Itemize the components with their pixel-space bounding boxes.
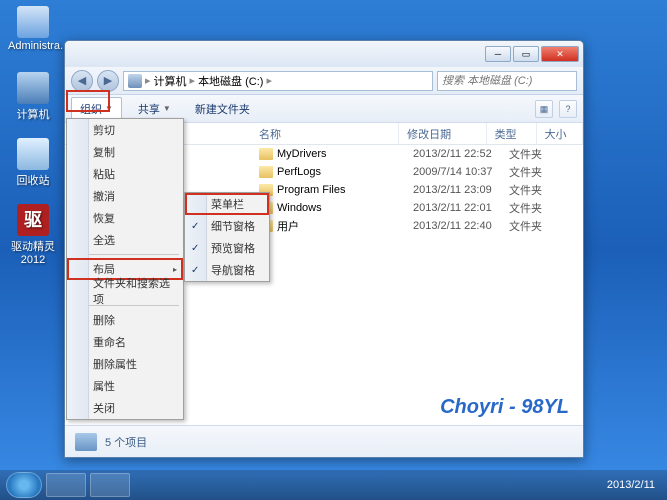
menu-delete[interactable]: 删除 xyxy=(67,309,183,331)
back-button[interactable]: ◀ xyxy=(71,70,93,92)
organize-button[interactable]: 组织▼ xyxy=(71,97,122,121)
menu-close[interactable]: 关闭 xyxy=(67,397,183,419)
taskbar: 2013/2/11 xyxy=(0,470,667,500)
search-input[interactable] xyxy=(442,75,572,87)
desktop-label: Administra... xyxy=(8,40,58,52)
address-bar: ◀ ▶ ▸ 计算机 ▸ 本地磁盘 (C:) ▸ xyxy=(65,67,583,95)
start-button[interactable] xyxy=(6,472,42,498)
system-tray[interactable]: 2013/2/11 xyxy=(607,479,661,491)
forward-button[interactable]: ▶ xyxy=(97,70,119,92)
desktop-icon-admin[interactable]: Administra... xyxy=(8,6,58,52)
desktop-icon-recycle[interactable]: 回收站 xyxy=(8,138,58,188)
menu-cut[interactable]: 剪切 xyxy=(67,119,183,141)
chevron-right-icon: ▸ xyxy=(266,74,272,87)
minimize-button[interactable]: ─ xyxy=(485,46,511,62)
close-button[interactable]: ✕ xyxy=(541,46,579,62)
breadcrumb-item[interactable]: 计算机 xyxy=(154,73,187,89)
file-name: PerfLogs xyxy=(277,166,413,178)
file-name: Windows xyxy=(277,202,413,214)
tray-date: 2013/2/11 xyxy=(607,479,655,491)
organize-menu: 剪切 复制 粘贴 撤消 恢复 全选 布局▸ 文件夹和搜索选项 删除 重命名 删除… xyxy=(66,118,184,420)
taskbar-item-ie[interactable] xyxy=(46,473,86,497)
drive-icon xyxy=(75,433,97,451)
file-row[interactable]: Program Files2013/2/11 23:09文件夹 xyxy=(251,181,583,199)
chevron-right-icon: ▸ xyxy=(190,74,196,87)
desktop-label: 回收站 xyxy=(8,172,58,188)
menu-paste[interactable]: 粘贴 xyxy=(67,163,183,185)
submenu-nav-pane[interactable]: ✓导航窗格 xyxy=(185,259,269,281)
file-date: 2013/2/11 23:09 xyxy=(413,184,509,196)
watermark: Choyri - 98YL xyxy=(440,396,569,419)
titlebar: ─ ▭ ✕ xyxy=(65,41,583,67)
file-row[interactable]: 用户2013/2/11 22:40文件夹 xyxy=(251,217,583,235)
chevron-down-icon: ▼ xyxy=(163,104,171,113)
file-name: Program Files xyxy=(277,184,413,196)
menu-rename[interactable]: 重命名 xyxy=(67,331,183,353)
view-button[interactable]: ▦ xyxy=(535,100,553,118)
menu-undo[interactable]: 撤消 xyxy=(67,185,183,207)
folder-icon xyxy=(259,166,273,178)
file-type: 文件夹 xyxy=(509,218,563,234)
file-type: 文件夹 xyxy=(509,146,563,162)
desktop-icon-driver[interactable]: 驱驱动精灵 2012 xyxy=(8,204,58,266)
desktop-label: 驱动精灵 2012 xyxy=(8,238,58,266)
column-name[interactable]: 名称 xyxy=(251,123,399,144)
menu-folder-options[interactable]: 文件夹和搜索选项 xyxy=(67,280,183,302)
share-button[interactable]: 共享▼ xyxy=(130,98,179,120)
file-row[interactable]: Windows2013/2/11 22:01文件夹 xyxy=(251,199,583,217)
file-name: 用户 xyxy=(277,218,413,234)
menu-copy[interactable]: 复制 xyxy=(67,141,183,163)
file-date: 2009/7/14 10:37 xyxy=(413,166,509,178)
file-type: 文件夹 xyxy=(509,182,563,198)
status-bar: 5 个项目 xyxy=(65,425,583,457)
file-row[interactable]: PerfLogs2009/7/14 10:37文件夹 xyxy=(251,163,583,181)
column-date[interactable]: 修改日期 xyxy=(399,123,486,144)
menu-selectall[interactable]: 全选 xyxy=(67,229,183,251)
taskbar-item-explorer[interactable] xyxy=(90,473,130,497)
file-date: 2013/2/11 22:52 xyxy=(413,148,509,160)
breadcrumb-item[interactable]: 本地磁盘 (C:) xyxy=(198,73,263,89)
submenu-menubar[interactable]: 菜单栏 xyxy=(185,193,269,215)
file-type: 文件夹 xyxy=(509,200,563,216)
file-type: 文件夹 xyxy=(509,164,563,180)
menu-properties[interactable]: 属性 xyxy=(67,375,183,397)
submenu-details-pane[interactable]: ✓细节窗格 xyxy=(185,215,269,237)
check-icon: ✓ xyxy=(191,221,199,232)
menu-redo[interactable]: 恢复 xyxy=(67,207,183,229)
file-row[interactable]: MyDrivers2013/2/11 22:52文件夹 xyxy=(251,145,583,163)
file-date: 2013/2/11 22:40 xyxy=(413,220,509,232)
search-box[interactable] xyxy=(437,71,577,91)
column-size[interactable]: 大小 xyxy=(537,123,583,144)
file-date: 2013/2/11 22:01 xyxy=(413,202,509,214)
status-text: 5 个项目 xyxy=(105,434,147,450)
help-button[interactable]: ? xyxy=(559,100,577,118)
layout-submenu: 菜单栏 ✓细节窗格 ✓预览窗格 ✓导航窗格 xyxy=(184,192,270,282)
maximize-button[interactable]: ▭ xyxy=(513,46,539,62)
column-type[interactable]: 类型 xyxy=(487,123,537,144)
drive-icon xyxy=(128,74,142,88)
chevron-down-icon: ▼ xyxy=(105,104,113,113)
check-icon: ✓ xyxy=(191,265,199,276)
folder-icon xyxy=(259,148,273,160)
menu-remove-props[interactable]: 删除属性 xyxy=(67,353,183,375)
chevron-right-icon: ▸ xyxy=(145,74,151,87)
desktop-icon-computer[interactable]: 计算机 xyxy=(8,72,58,122)
submenu-preview-pane[interactable]: ✓预览窗格 xyxy=(185,237,269,259)
file-name: MyDrivers xyxy=(277,148,413,160)
newfolder-button[interactable]: 新建文件夹 xyxy=(187,98,258,120)
check-icon: ✓ xyxy=(191,243,199,254)
desktop-label: 计算机 xyxy=(8,106,58,122)
chevron-right-icon: ▸ xyxy=(173,265,177,274)
breadcrumb[interactable]: ▸ 计算机 ▸ 本地磁盘 (C:) ▸ xyxy=(123,71,433,91)
